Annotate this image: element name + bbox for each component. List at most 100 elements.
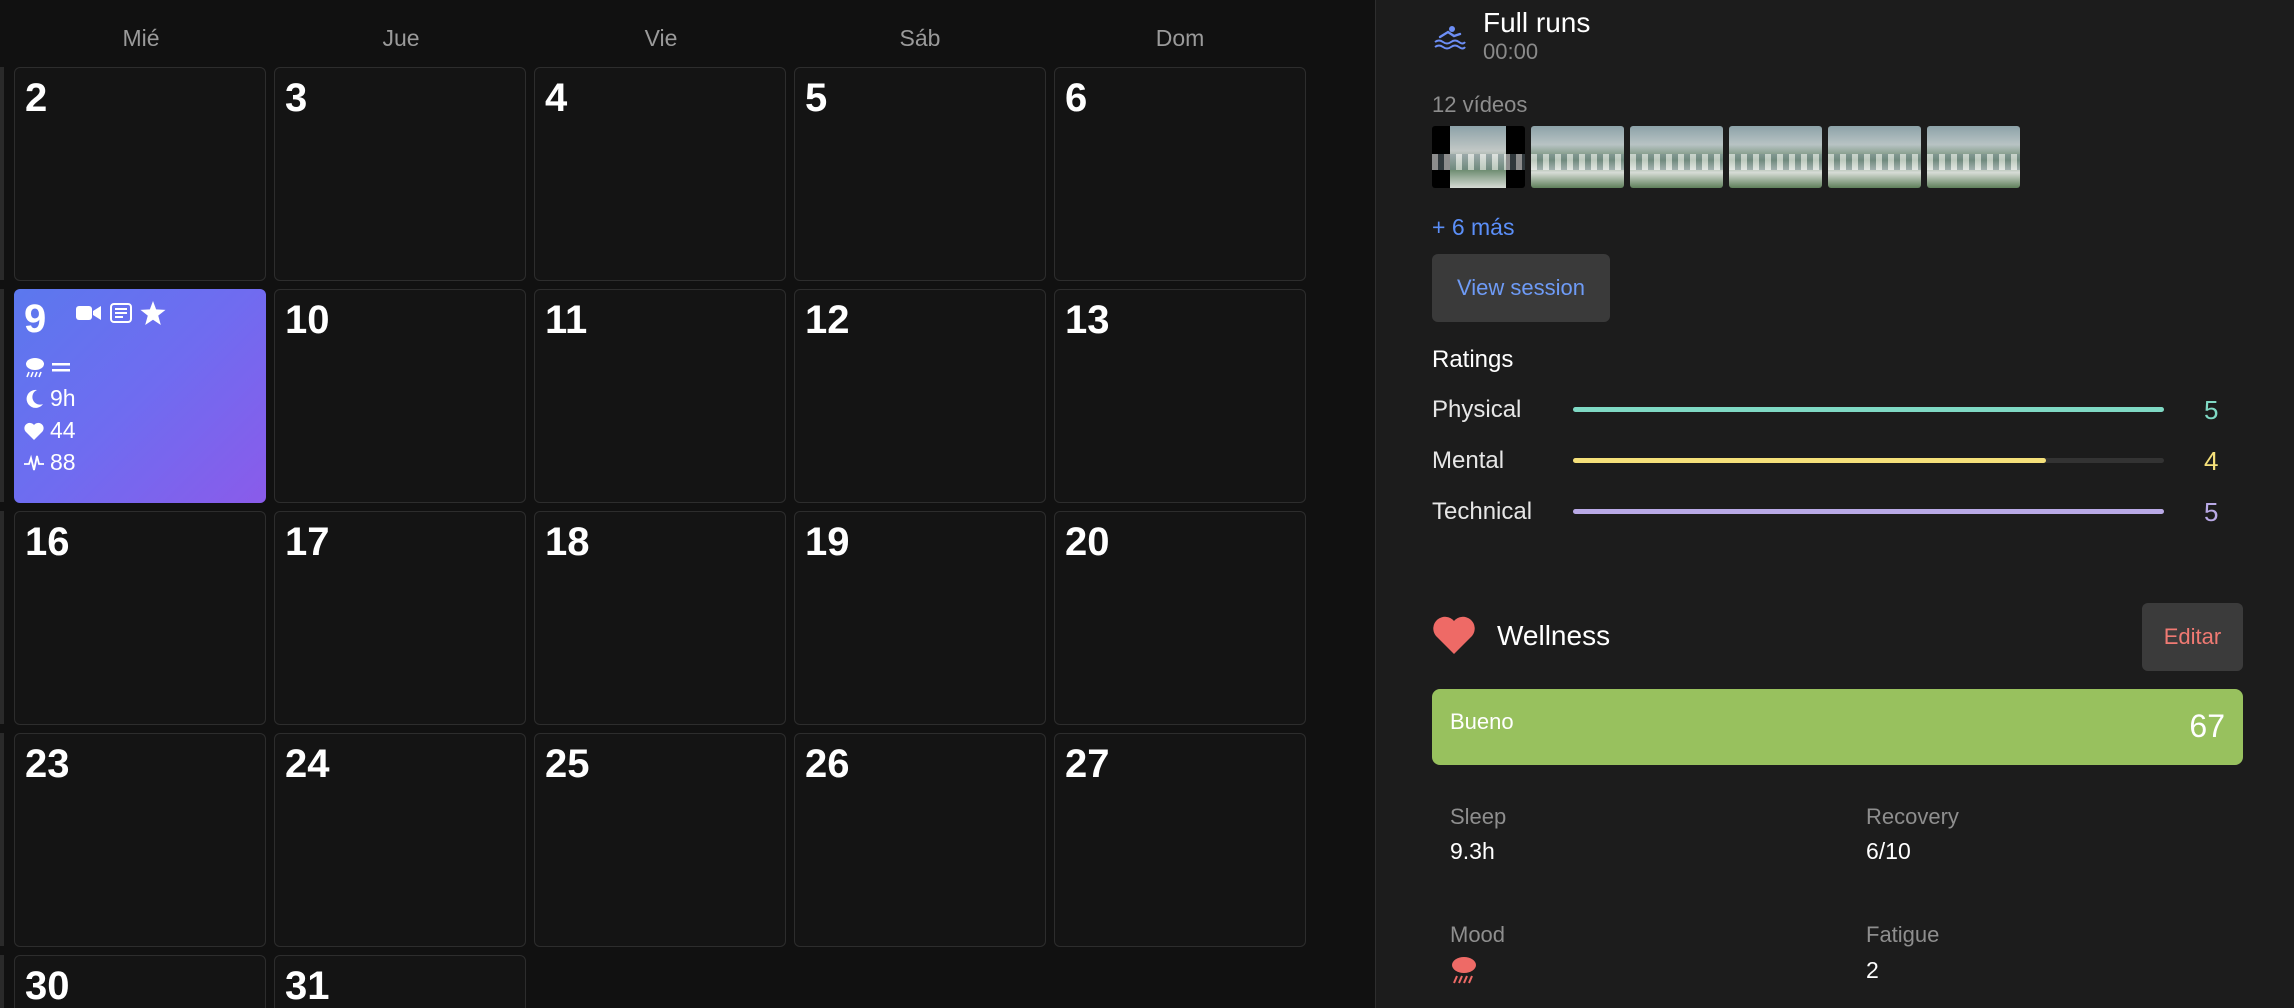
calendar-day-cell[interactable]: 13 bbox=[1054, 289, 1306, 503]
day-number: 19 bbox=[805, 520, 850, 564]
rating-bar-physical bbox=[1573, 407, 2164, 412]
previous-day-cell-edge bbox=[0, 511, 4, 724]
calendar-day-cell[interactable]: 10 bbox=[274, 289, 526, 503]
rating-value-physical: 5 bbox=[2204, 395, 2219, 425]
calendar-day-cell[interactable]: 31 bbox=[274, 955, 526, 1008]
fatigue-metric-label: Fatigue bbox=[1866, 922, 1940, 947]
calendar-day-cell[interactable]: 26 bbox=[794, 733, 1046, 947]
day-number: 6 bbox=[1065, 76, 1088, 120]
calendar-day-cell[interactable]: 4 bbox=[534, 67, 786, 281]
mood-metric-label: Mood bbox=[1450, 922, 1506, 947]
calendar-day-cell[interactable]: 20 bbox=[1054, 511, 1306, 725]
rating-label-technical: Technical bbox=[1432, 498, 1533, 525]
more-videos-link[interactable]: + 6 más bbox=[1432, 214, 1514, 241]
calendar-day-cell[interactable]: 16 bbox=[14, 511, 266, 725]
calendar-day-cell[interactable]: 2 bbox=[14, 67, 266, 281]
rating-bar-technical bbox=[1573, 509, 2164, 514]
weekday-header: Sáb bbox=[899, 25, 941, 51]
view-session-button[interactable]: View session bbox=[1432, 254, 1610, 322]
recovery-metric-value: 6/10 bbox=[1866, 838, 1911, 864]
previous-day-cell-edge bbox=[0, 733, 4, 946]
pulse-icon bbox=[24, 453, 44, 473]
rating-bar-fill bbox=[1573, 509, 2164, 514]
calendar-day-cell-selected[interactable]: 9 9h 44 88 bbox=[14, 289, 266, 503]
day-number: 11 bbox=[545, 298, 588, 342]
day-number: 13 bbox=[1065, 298, 1110, 342]
calendar-grid: Mié Jue Vie Sáb Dom 2 3 4 5 6 9 9h 44 88… bbox=[0, 0, 1375, 1008]
video-thumbnail[interactable] bbox=[1531, 126, 1624, 188]
fatigue-metric-value: 2 bbox=[1866, 957, 1879, 983]
star-icon bbox=[140, 301, 166, 325]
video-thumbnail[interactable] bbox=[1828, 126, 1921, 188]
rating-value-technical: 5 bbox=[2204, 497, 2219, 527]
previous-day-cell-edge bbox=[0, 955, 4, 1008]
wellness-score-value: 67 bbox=[2189, 708, 2225, 744]
heart-icon bbox=[24, 422, 44, 440]
rain-cloud-icon bbox=[24, 356, 46, 378]
rain-cloud-icon bbox=[1450, 955, 1478, 990]
day-number: 10 bbox=[285, 298, 330, 342]
rating-label-mental: Mental bbox=[1432, 447, 1505, 474]
rating-bar-fill bbox=[1573, 458, 2046, 463]
hrv-row: 88 bbox=[24, 449, 76, 476]
day-number: 24 bbox=[285, 742, 330, 786]
sleep-row: 9h bbox=[24, 385, 76, 412]
rating-bar-mental bbox=[1573, 458, 2164, 463]
session-title: Full runs bbox=[1483, 7, 1591, 38]
moon-icon bbox=[24, 389, 44, 409]
heart-rate-row: 44 bbox=[24, 417, 76, 444]
rating-bar-fill bbox=[1573, 407, 2164, 412]
wellness-score-label: Bueno bbox=[1450, 709, 1514, 734]
heart-rate-value: 44 bbox=[50, 417, 76, 443]
session-time: 00:00 bbox=[1483, 39, 1539, 64]
edit-wellness-button[interactable]: Editar bbox=[2142, 603, 2243, 671]
weekday-header: Dom bbox=[1155, 25, 1205, 51]
rating-value-mental: 4 bbox=[2204, 446, 2219, 476]
sleep-value: 9h bbox=[50, 385, 76, 411]
day-number: 18 bbox=[545, 520, 590, 564]
previous-day-cell-edge bbox=[0, 289, 4, 502]
ratings-heading: Ratings bbox=[1432, 346, 1514, 373]
calendar-day-cell[interactable]: 23 bbox=[14, 733, 266, 947]
recovery-metric-label: Recovery bbox=[1866, 804, 1959, 829]
note-icon bbox=[110, 302, 132, 324]
day-indicator-icons bbox=[76, 301, 166, 325]
day-number: 9 bbox=[24, 297, 47, 341]
calendar-day-cell[interactable]: 19 bbox=[794, 511, 1046, 725]
calendar-day-cell[interactable]: 25 bbox=[534, 733, 786, 947]
day-number: 4 bbox=[545, 76, 568, 120]
weekday-header: Mié bbox=[122, 25, 160, 51]
heart-icon bbox=[1432, 615, 1476, 660]
video-thumbnail[interactable] bbox=[1630, 126, 1723, 188]
calendar-day-cell[interactable]: 5 bbox=[794, 67, 1046, 281]
calendar-day-cell[interactable]: 12 bbox=[794, 289, 1046, 503]
day-number: 17 bbox=[285, 520, 330, 564]
video-thumbnail-strip bbox=[1432, 126, 2020, 188]
day-number: 26 bbox=[805, 742, 850, 786]
day-number: 25 bbox=[545, 742, 590, 786]
calendar-day-cell[interactable]: 18 bbox=[534, 511, 786, 725]
video-icon bbox=[76, 304, 102, 322]
calendar-day-cell[interactable]: 27 bbox=[1054, 733, 1306, 947]
calendar-day-cell[interactable]: 3 bbox=[274, 67, 526, 281]
wellness-score-bar: Bueno 67 bbox=[1432, 689, 2243, 765]
equals-icon bbox=[52, 360, 70, 374]
sleep-metric-label: Sleep bbox=[1450, 804, 1507, 829]
wellness-heading: Wellness bbox=[1497, 620, 1611, 651]
calendar-day-cell[interactable]: 30 bbox=[14, 955, 266, 1008]
day-number: 27 bbox=[1065, 742, 1110, 786]
video-thumbnail[interactable] bbox=[1729, 126, 1822, 188]
video-thumbnail[interactable] bbox=[1927, 126, 2020, 188]
calendar-day-cell[interactable]: 24 bbox=[274, 733, 526, 947]
day-number: 16 bbox=[25, 520, 70, 564]
videos-count-label: 12 vídeos bbox=[1432, 92, 1528, 117]
calendar-day-cell[interactable]: 11 bbox=[534, 289, 786, 503]
day-number: 12 bbox=[805, 298, 850, 342]
weather-mood-row bbox=[24, 356, 70, 378]
day-number: 2 bbox=[25, 76, 48, 120]
previous-day-cell-edge bbox=[0, 67, 4, 280]
calendar-day-cell[interactable]: 6 bbox=[1054, 67, 1306, 281]
calendar-day-cell[interactable]: 17 bbox=[274, 511, 526, 725]
weekday-header: Jue bbox=[382, 25, 420, 51]
video-thumbnail[interactable] bbox=[1432, 126, 1525, 188]
